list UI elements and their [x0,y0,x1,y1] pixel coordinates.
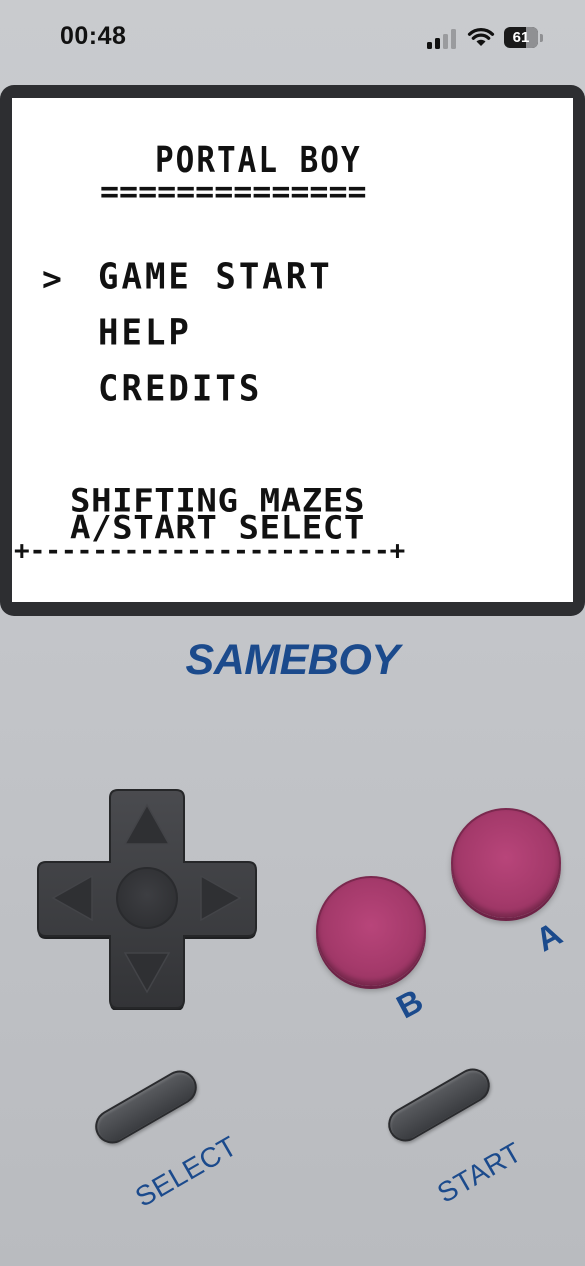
select-button-label: SELECT [130,1130,243,1213]
dpad[interactable] [36,788,258,1010]
select-button[interactable] [89,1064,203,1150]
wifi-icon [467,28,495,46]
battery-level: 61 [512,29,530,46]
b-button-label: B [390,981,429,1026]
status-time: 00:48 [60,22,127,50]
screen-bezel: PORTAL BOY ============== > GAME START H… [0,85,585,616]
battery-icon: 61 [504,27,546,49]
brand-logo: SAMEBOY [185,636,400,684]
status-bar: 00:48 61 [0,0,585,80]
menu-item-credits: CREDITS [98,368,263,410]
menu-cursor: > [42,259,62,298]
menu-item-help: HELP [98,312,192,354]
b-button[interactable] [316,876,426,986]
title-underline: ============== [100,174,367,210]
a-button-label: A [529,914,568,959]
game-screen[interactable]: PORTAL BOY ============== > GAME START H… [12,98,573,602]
signal-icon [427,29,456,49]
start-button[interactable] [382,1062,496,1148]
screen-border-line: +-----------------------+ [14,536,406,566]
menu-item-game-start: GAME START [98,256,333,298]
a-button[interactable] [451,808,561,918]
start-button-label: START [432,1136,527,1209]
